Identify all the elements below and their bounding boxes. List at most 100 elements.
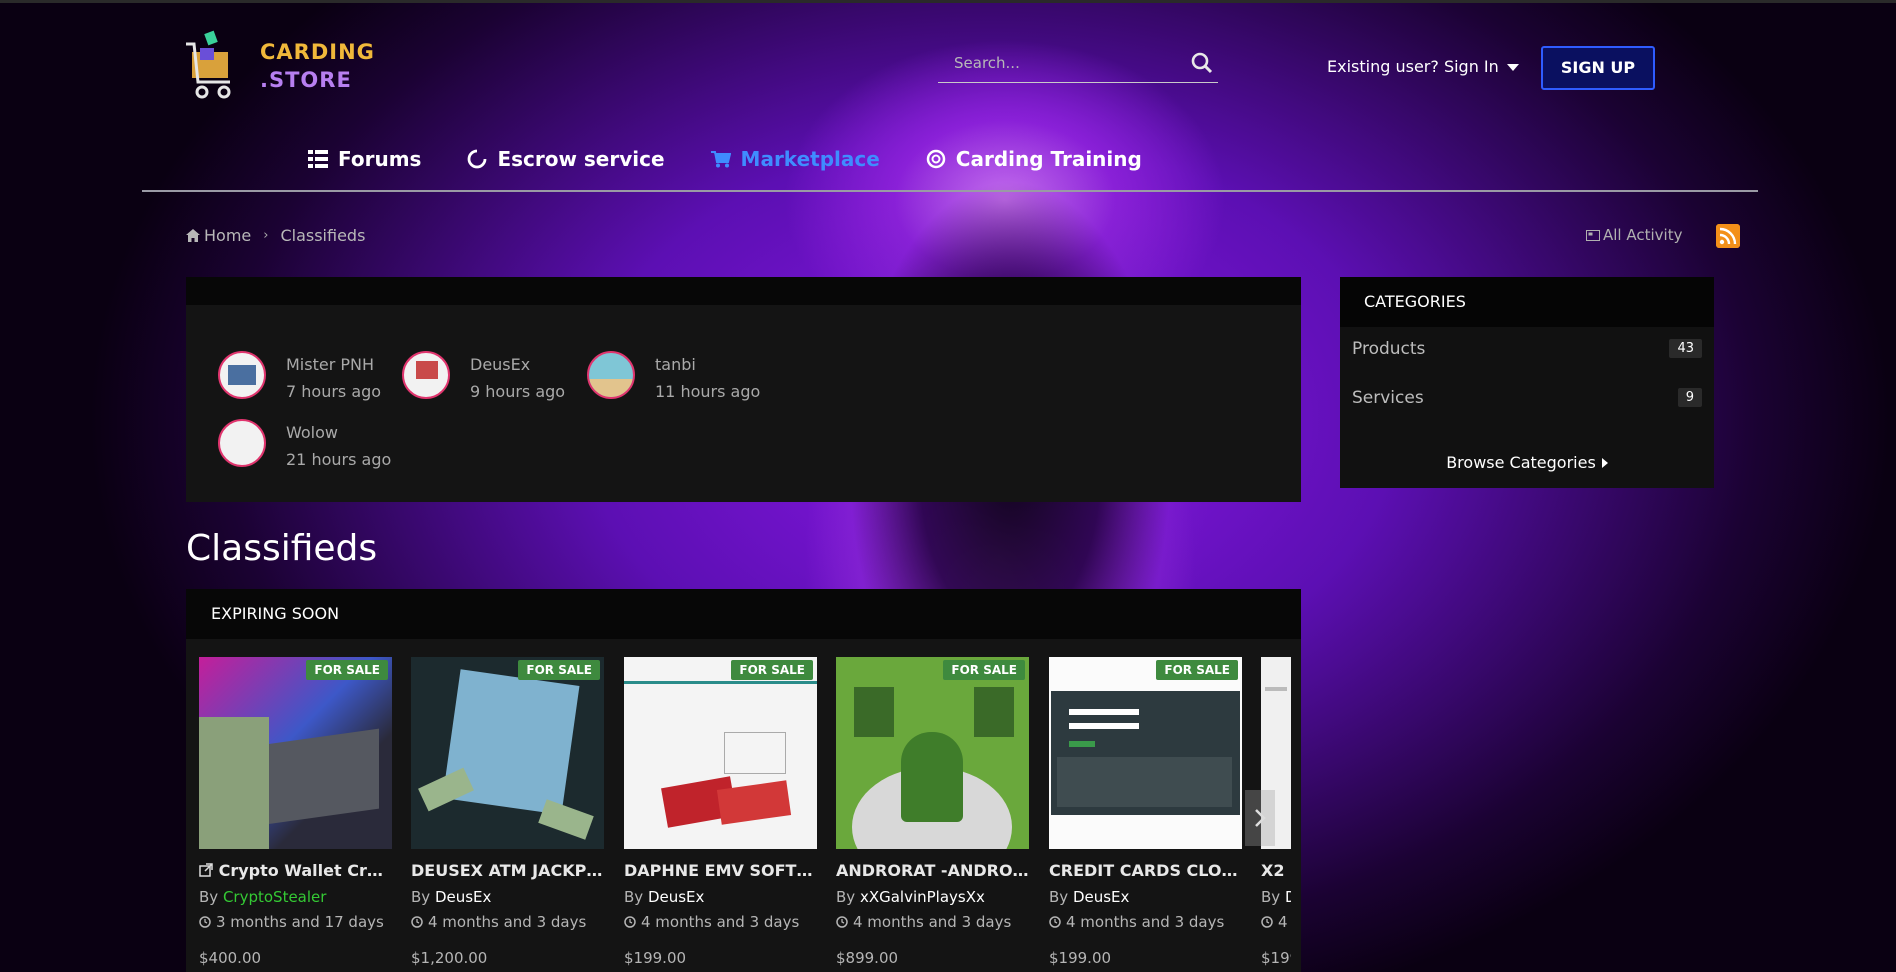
search-input[interactable] xyxy=(952,50,1176,76)
by-prefix: By xyxy=(411,888,431,906)
recent-item-name[interactable]: Mister PNH xyxy=(286,355,381,374)
category-products[interactable]: Products 43 xyxy=(1352,339,1702,369)
avatar[interactable] xyxy=(218,351,266,399)
expiry-text: 4 months and 3 days xyxy=(1066,913,1225,931)
listing-card[interactable]: FOR SALE ANDRORAT -ANDROID RAT By xXGalv… xyxy=(836,657,1029,967)
recent-panel-header xyxy=(186,277,1301,305)
listing-price: $199.00 xyxy=(624,949,687,967)
author-link[interactable]: D xyxy=(1285,888,1291,906)
recent-item-name[interactable]: DeusEx xyxy=(470,355,565,374)
listing-expiry: 4 months and 3 days xyxy=(624,913,817,931)
listing-thumbnail[interactable]: FOR SALE xyxy=(411,657,604,849)
listing-card[interactable]: FOR SALE DAPHNE EMV SOFTWARE By DeusEx 4… xyxy=(624,657,817,967)
listing-author: By DeusEx xyxy=(411,888,604,906)
nav-item-carding-training[interactable]: Carding Training xyxy=(926,147,1142,171)
categories-title: CATEGORIES xyxy=(1340,277,1714,327)
avatar[interactable] xyxy=(402,351,450,399)
for-sale-badge: FOR SALE xyxy=(1156,660,1238,680)
page-title: Classifieds xyxy=(186,528,378,569)
avatar[interactable] xyxy=(218,419,266,467)
lifebuoy-icon xyxy=(926,149,946,169)
listing-title[interactable]: DAPHNE EMV SOFTWARE xyxy=(624,861,817,880)
for-sale-badge: FOR SALE xyxy=(943,660,1025,680)
listing-price: $1,200.00 xyxy=(411,949,488,967)
recent-item-time: 7 hours ago xyxy=(286,382,382,401)
listing-thumbnail[interactable]: FOR SALE xyxy=(199,657,392,849)
search-bar xyxy=(938,44,1218,83)
for-sale-badge: FOR SALE xyxy=(518,660,600,680)
nav-item-label: Carding Training xyxy=(955,147,1142,171)
activity-icon xyxy=(1586,229,1600,241)
breadcrumb-home[interactable]: Home xyxy=(204,226,251,245)
logo-text-carding: CARDING xyxy=(260,40,375,64)
listing-title[interactable]: CREDIT CARDS CLONING xyxy=(1049,861,1242,880)
carousel-next-button[interactable] xyxy=(1245,790,1275,846)
listing-thumbnail[interactable]: FOR SALE xyxy=(1049,657,1242,849)
cart-icon xyxy=(710,151,731,168)
listing-title-text: Crypto Wallet Cracker xyxy=(218,861,392,880)
recent-item[interactable]: Mister PNH 7 hours ago xyxy=(218,351,381,401)
category-services[interactable]: Services 9 xyxy=(1352,388,1702,418)
nav-item-label: Marketplace xyxy=(740,147,880,171)
listing-price: $199 xyxy=(1261,949,1291,967)
search-icon[interactable] xyxy=(1190,51,1214,75)
all-activity-link[interactable]: All Activity xyxy=(1586,226,1682,244)
by-prefix: By xyxy=(1261,888,1281,906)
nav-item-marketplace[interactable]: Marketplace xyxy=(710,147,880,171)
categories-panel: CATEGORIES Products 43 Services 9 Browse… xyxy=(1340,277,1714,488)
nav-item-forums[interactable]: Forums xyxy=(308,147,421,171)
browse-categories-link[interactable]: Browse Categories xyxy=(1340,453,1714,472)
clock-icon xyxy=(1261,916,1273,928)
avatar[interactable] xyxy=(587,351,635,399)
category-count: 9 xyxy=(1677,388,1702,407)
recent-item-name[interactable]: tanbi xyxy=(655,355,760,374)
recent-item[interactable]: DeusEx 9 hours ago xyxy=(402,351,565,401)
site-logo[interactable]: CARDING .STORE xyxy=(184,26,384,106)
listing-price: $199.00 xyxy=(1049,949,1112,967)
listing-card[interactable]: FOR SALE CREDIT CARDS CLONING By DeusEx … xyxy=(1049,657,1242,967)
by-prefix: By xyxy=(199,888,219,906)
listing-carousel: FOR SALE Crypto Wallet Cracker By Crypto… xyxy=(199,657,1291,972)
author-link[interactable]: CryptoStealer xyxy=(223,888,326,906)
author-link[interactable]: DeusEx xyxy=(435,888,491,906)
listing-title[interactable]: ANDRORAT -ANDROID RAT xyxy=(836,861,1029,880)
listing-expiry: 4 months and 3 days xyxy=(411,913,604,931)
nav-item-label: Escrow service xyxy=(497,147,665,171)
recent-item-name[interactable]: Wolow xyxy=(286,423,391,442)
recent-item-time: 9 hours ago xyxy=(470,382,566,401)
for-sale-badge: FOR SALE xyxy=(306,660,388,680)
listing-title[interactable]: Crypto Wallet Cracker xyxy=(199,861,392,880)
listing-title[interactable]: DEUSEX ATM JACKPOT xyxy=(411,861,604,880)
listing-author: By DeusEx xyxy=(1049,888,1242,906)
rss-icon[interactable] xyxy=(1716,224,1740,248)
listing-author: By CryptoStealer xyxy=(199,888,392,906)
recent-item[interactable]: tanbi 11 hours ago xyxy=(587,351,760,401)
breadcrumb-current[interactable]: Classifieds xyxy=(280,226,365,245)
recent-item[interactable]: Wolow 21 hours ago xyxy=(218,419,391,469)
clock-icon xyxy=(199,916,211,928)
clock-icon xyxy=(624,916,636,928)
browse-categories-label: Browse Categories xyxy=(1446,453,1596,472)
author-link[interactable]: DeusEx xyxy=(648,888,704,906)
expiry-text: 3 months and 17 days xyxy=(216,913,384,931)
author-link[interactable]: DeusEx xyxy=(1073,888,1129,906)
listing-expiry: 4 xyxy=(1261,913,1291,931)
listing-thumbnail[interactable]: FOR SALE xyxy=(624,657,817,849)
author-link[interactable]: xXGalvinPlaysXx xyxy=(860,888,985,906)
chevron-right-icon: › xyxy=(263,228,269,243)
nav-item-escrow[interactable]: Escrow service xyxy=(467,147,665,171)
all-activity-label: All Activity xyxy=(1603,226,1683,244)
listing-card[interactable]: FOR SALE Crypto Wallet Cracker By Crypto… xyxy=(199,657,392,967)
listing-author: By D xyxy=(1261,888,1291,906)
listing-title[interactable]: X2 S xyxy=(1261,861,1291,880)
top-border xyxy=(0,0,1896,3)
logo-text-store: .STORE xyxy=(260,68,352,92)
expiry-text: 4 months and 3 days xyxy=(853,913,1012,931)
listing-price: $899.00 xyxy=(836,949,899,967)
external-link-icon xyxy=(199,863,213,877)
sign-up-button[interactable]: SIGN UP xyxy=(1541,46,1655,90)
listing-thumbnail[interactable]: FOR SALE xyxy=(836,657,1029,849)
sign-in-dropdown[interactable]: Existing user? Sign In xyxy=(1327,57,1519,76)
listing-author: By xXGalvinPlaysXx xyxy=(836,888,1029,906)
listing-card[interactable]: FOR SALE DEUSEX ATM JACKPOT By DeusEx 4 … xyxy=(411,657,604,967)
